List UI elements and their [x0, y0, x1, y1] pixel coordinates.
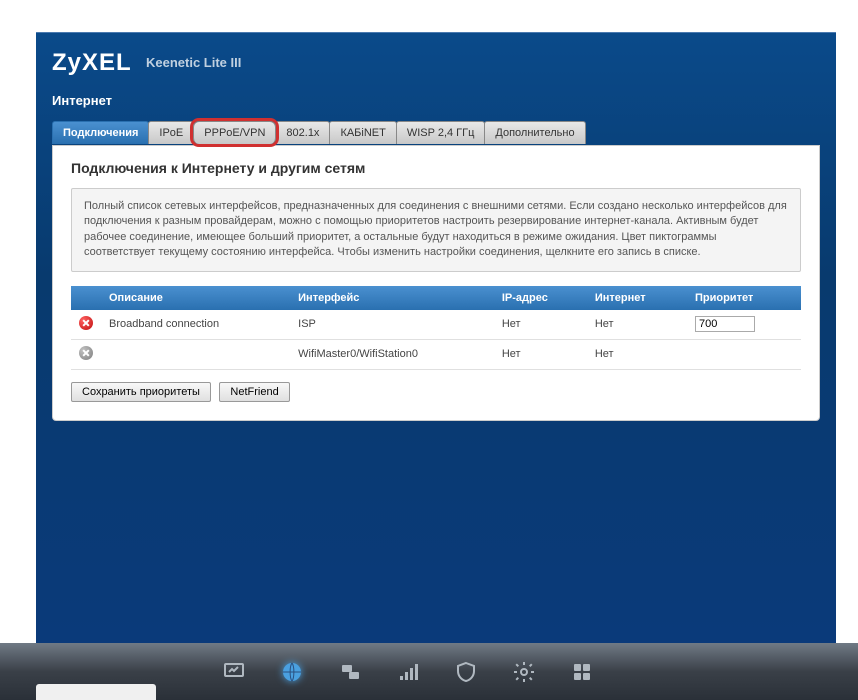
- tab-ipoe[interactable]: IPoE: [148, 121, 194, 144]
- priority-input[interactable]: [695, 316, 755, 332]
- gear-icon[interactable]: [510, 658, 538, 686]
- tab-wisp[interactable]: WISP 2,4 ГГц: [396, 121, 486, 144]
- tab-kabinet[interactable]: КАБiNET: [329, 121, 396, 144]
- tab-8021x[interactable]: 802.1x: [275, 121, 330, 144]
- cell-inet: Нет: [587, 339, 687, 369]
- cell-iface: ISP: [290, 310, 494, 340]
- status-icon-error: [79, 316, 93, 330]
- col-status: [71, 286, 101, 310]
- table-row[interactable]: Broadband connection ISP Нет Нет: [71, 310, 801, 340]
- cell-ip: Нет: [494, 339, 587, 369]
- shield-icon[interactable]: [452, 658, 480, 686]
- status-icon-disabled: [79, 346, 93, 360]
- brand-logo: ZyXEL: [52, 49, 132, 77]
- cell-desc: Broadband connection: [101, 310, 290, 340]
- col-desc: Описание: [101, 286, 290, 310]
- col-inet: Интернет: [587, 286, 687, 310]
- network-icon[interactable]: [336, 658, 364, 686]
- connections-table: Описание Интерфейс IP-адрес Интернет При…: [71, 286, 801, 370]
- apps-icon[interactable]: [568, 658, 596, 686]
- tab-connections[interactable]: Подключения: [52, 121, 149, 144]
- tab-bar: Подключения IPoE PPPoE/VPN 802.1x КАБiNE…: [52, 121, 585, 144]
- globe-icon[interactable]: [278, 658, 306, 686]
- section-title: Интернет: [52, 93, 112, 108]
- netfriend-button[interactable]: NetFriend: [219, 382, 289, 402]
- wifi-bars-icon[interactable]: [394, 658, 422, 686]
- cell-ip: Нет: [494, 310, 587, 340]
- info-box: Полный список сетевых интерфейсов, предн…: [71, 188, 801, 272]
- panel-title: Подключения к Интернету и другим сетям: [71, 160, 801, 176]
- col-iface: Интерфейс: [290, 286, 494, 310]
- cell-desc: [101, 339, 290, 369]
- tab-pppoe-vpn[interactable]: PPPoE/VPN: [193, 121, 276, 144]
- main-panel: Подключения к Интернету и другим сетям П…: [52, 145, 820, 421]
- cell-iface: WifiMaster0/WifiStation0: [290, 339, 494, 369]
- tab-additional[interactable]: Дополнительно: [484, 121, 585, 144]
- device-name: Keenetic Lite III: [146, 55, 241, 70]
- bottom-nav: [0, 643, 858, 700]
- save-priorities-button[interactable]: Сохранить приоритеты: [71, 382, 211, 402]
- col-ip: IP-адрес: [494, 286, 587, 310]
- col-prio: Приоритет: [687, 286, 801, 310]
- table-row[interactable]: WifiMaster0/WifiStation0 Нет Нет: [71, 339, 801, 369]
- bottom-tab: [36, 684, 156, 700]
- monitor-icon[interactable]: [220, 658, 248, 686]
- cell-inet: Нет: [587, 310, 687, 340]
